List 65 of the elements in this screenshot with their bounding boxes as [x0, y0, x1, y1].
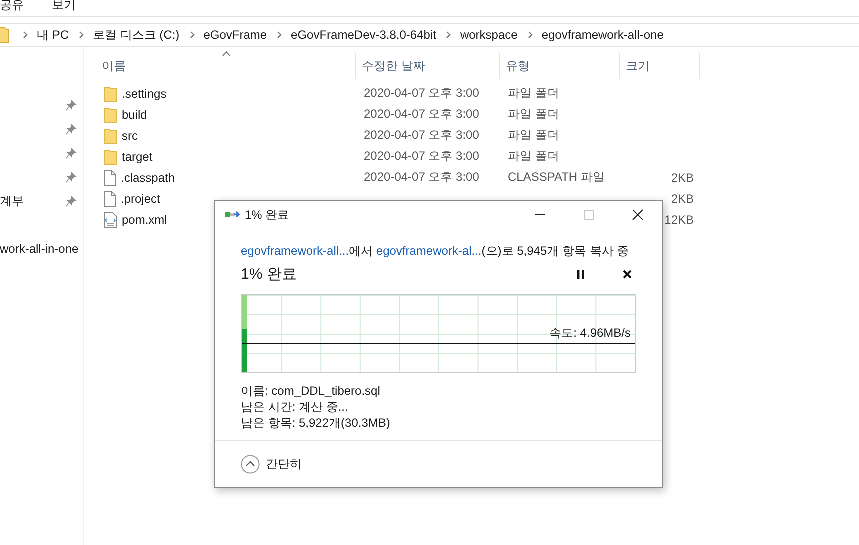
type-cell: 파일 폴더	[508, 128, 560, 142]
chevron-icon	[23, 31, 29, 39]
column-header[interactable]: 수정한 날짜	[356, 53, 500, 79]
document-icon	[104, 170, 116, 186]
detail-text: 남은 항목: 5,922개(30.3MB)	[241, 415, 392, 431]
breadcrumb-item[interactable]: egovframework-all-one	[542, 28, 664, 42]
document-icon	[104, 190, 116, 206]
folder-icon	[0, 27, 9, 43]
address-bar[interactable]: 내 PC 로컬 디스크 (C:) eGovFrame eGovFrameDev-3.8.0-64bit workspace egovframework-all-one	[0, 23, 859, 47]
detail-text: 남은 시간: 계산 중...	[241, 399, 350, 415]
column-header[interactable]: 이름	[102, 53, 356, 79]
folder-icon	[104, 128, 117, 144]
copy-progress-icon	[225, 210, 241, 220]
file-name[interactable]: .classpath	[121, 170, 176, 184]
date-cell: 2020-04-07 오후 3:00	[364, 149, 480, 163]
folder-icon	[104, 106, 117, 122]
date-cell: 2020-04-07 오후 3:00	[364, 107, 480, 121]
copy-text: (으)로 5,945개 항목 복사 중	[482, 244, 630, 258]
file-name[interactable]: pom.xml	[122, 212, 168, 226]
date-cell: 2020-04-07 오후 3:00	[364, 170, 480, 184]
column-header[interactable]: 유형	[500, 53, 620, 79]
date-cell: 2020-04-07 오후 3:00	[364, 128, 480, 142]
type-cell: 파일 폴더	[508, 86, 560, 100]
pause-icon[interactable]	[577, 270, 585, 279]
chevron-icon	[277, 31, 284, 39]
source-link[interactable]: egovframework-all...	[241, 244, 350, 258]
file-name[interactable]: target	[122, 150, 153, 164]
folder-icon	[104, 86, 117, 102]
copy-text: 에서	[349, 244, 374, 258]
chevron-icon	[79, 31, 86, 39]
size-cell: 2KB	[671, 192, 694, 206]
breadcrumb-item[interactable]: eGovFrame	[204, 28, 268, 42]
folder-icon	[104, 148, 117, 164]
progress-heading: 1% 완료	[241, 265, 297, 284]
nav-item[interactable]: 계부	[0, 192, 24, 210]
size-cell: 12KB	[664, 212, 694, 226]
type-cell: 파일 폴더	[508, 107, 560, 121]
detail-text: 이름: com_DDL_tibero.sql	[241, 383, 382, 399]
chevron-up-icon	[241, 454, 260, 474]
type-cell: CLASSPATH 파일	[508, 170, 605, 184]
chevron-icon	[446, 31, 452, 39]
ribbon-tab[interactable]: 공유	[0, 0, 24, 11]
chevron-icon	[528, 31, 534, 39]
window-title: 1% 완료	[245, 206, 290, 224]
breadcrumb-item[interactable]: workspace	[460, 28, 518, 42]
file-name[interactable]: .project	[121, 192, 160, 206]
code-file-icon	[104, 212, 117, 228]
destination-link[interactable]: egovframework-al...	[376, 244, 482, 258]
column-header[interactable]: 크기	[620, 53, 700, 79]
file-name[interactable]: src	[122, 128, 138, 142]
type-cell: 파일 폴더	[508, 149, 560, 163]
breadcrumb-item[interactable]: eGovFrameDev-3.8.0-64bit	[291, 28, 436, 42]
file-name[interactable]: .settings	[122, 86, 167, 100]
size-cell: 2KB	[671, 170, 694, 184]
close-icon[interactable]	[632, 209, 644, 221]
close-icon[interactable]	[623, 270, 632, 279]
fewer-details-button[interactable]: 간단히	[241, 454, 302, 474]
breadcrumb-item[interactable]: 로컬 디스크 (C:)	[93, 26, 180, 44]
file-name[interactable]: build	[122, 108, 148, 122]
nav-item[interactable]: work-all-in-one	[0, 242, 79, 256]
speed-label: 속도: 4.96MB/s	[550, 325, 631, 342]
breadcrumb-item[interactable]: 내 PC	[37, 26, 70, 44]
ribbon-tab[interactable]: 보기	[52, 0, 76, 11]
date-cell: 2020-04-07 오후 3:00	[364, 86, 480, 100]
chevron-icon	[190, 31, 196, 39]
